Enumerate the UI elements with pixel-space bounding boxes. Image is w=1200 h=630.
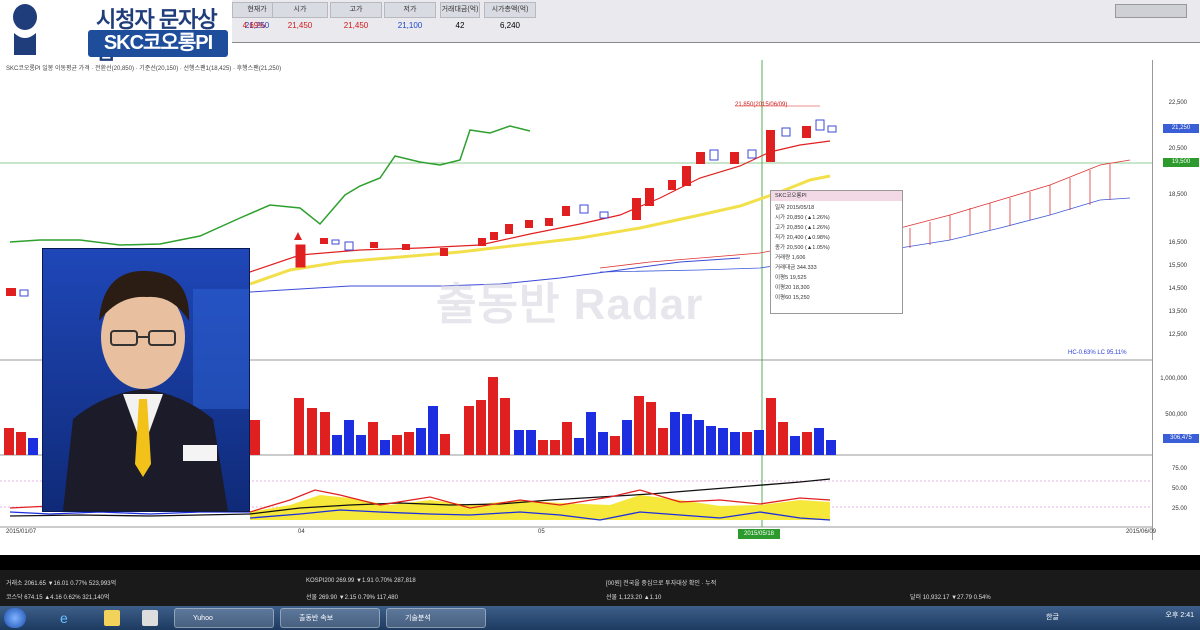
popup-title: SKC코오롱PI [771, 191, 902, 201]
popup-row: 시가 20,850 (▲1.26%) [775, 215, 830, 221]
hc-lc-label: HC-0.63% LC 95.11% [1068, 350, 1127, 356]
browser-icon[interactable]: e [60, 610, 76, 626]
app-icon[interactable] [142, 610, 158, 626]
y-tick: 75.00 [1171, 466, 1187, 472]
price-candles [294, 105, 837, 268]
status-row: 선물 1,123.20 ▲1.10 [606, 595, 662, 601]
broadcast-logo: 시청자 문자상담 SKC코오롱PI [0, 0, 232, 64]
quote-cell: 고가 21,450 [330, 2, 382, 40]
watermark: 출동반 Radar [436, 280, 704, 329]
y-tick: 12,500 [1168, 332, 1187, 338]
popup-row: 이평60 15,250 [775, 295, 810, 301]
date-label: 2015/01/07 [6, 529, 37, 535]
status-row: 거래소 2061.65 ▼16.01 0.77% 523,993억 [6, 581, 117, 587]
buy-arrow-icon [294, 232, 302, 240]
date-label: 04 [298, 529, 305, 535]
y-tick: 1,000,000 [1160, 376, 1187, 382]
status-row: 달러 10,932.17 ▼27.79 0.54% [910, 595, 991, 601]
current-price-tag: 21,250 [1163, 124, 1199, 133]
price-high-label: 21,850(2015/06/09) [735, 102, 788, 108]
y-tick: 15,500 [1168, 263, 1187, 269]
quote-cell: 4.69% [242, 21, 266, 30]
popup-row: 거래대금 344.333 [775, 265, 817, 271]
y-tick: 18,500 [1168, 192, 1187, 198]
y-tick: 13,500 [1168, 309, 1187, 315]
popup-row: 일자 2015/05/18 [775, 205, 815, 211]
popup-row: 이평20 18,300 [775, 285, 810, 291]
y-tick: 25.00 [1171, 506, 1187, 512]
presenter-image [63, 270, 249, 511]
popup-row: 저가 20,400 (▲0.98%) [775, 235, 830, 241]
status-row: [00원] 전국을 중심으로 투자대상 확인 · 누적 [606, 581, 717, 587]
microphone-icon [13, 4, 37, 55]
folder-icon[interactable] [104, 610, 120, 626]
popup-row: 거래량 1,606 [775, 255, 806, 261]
taskbar-app-button[interactable]: 출동반 속보 [280, 608, 380, 628]
lagging-span-line [9, 125, 531, 246]
taskbar-app-button[interactable]: 기술분석 [386, 608, 486, 628]
start-button[interactable] [4, 608, 26, 628]
y-tick: 16,500 [1168, 240, 1187, 246]
date-label: 05 [538, 529, 545, 535]
system-clock[interactable]: 오후 2:41 [1166, 610, 1194, 620]
quote-cell: 시가 21,450 [272, 2, 328, 40]
cursor-date-tag: 2015/05/18 [738, 529, 780, 539]
y-tick: 14,500 [1168, 286, 1187, 292]
y-tick: 50.00 [1171, 486, 1187, 492]
date-axis: 2015/01/07 04 05 2015/06/09 [6, 529, 1156, 539]
status-row: 코스닥 674.15 ▲4.16 0.62% 321,140억 [6, 595, 110, 601]
taskbar-app-button[interactable]: Yuhoo [174, 608, 274, 628]
quote-cell: 시가총액(억) 6,240 [484, 2, 536, 40]
popup-row: 이평5 19,525 [775, 275, 807, 281]
y-tick: 20,500 [1168, 146, 1187, 152]
quote-cell: 저가 21,100 [384, 2, 436, 40]
market-status-bar: 거래소 2061.65 ▼16.01 0.77% 523,993억 코스닥 67… [0, 570, 1200, 606]
windows-taskbar: e Yuhoo 출동반 속보 기술분석 한글 오후 2:41 [0, 606, 1200, 630]
price-axis: 22,500 20,500 18,500 16,500 15,500 14,50… [1152, 60, 1200, 540]
status-row: KOSPI200 269.99 ▼1.91 0.70% 287,818 [306, 578, 416, 584]
window-controls[interactable] [1115, 4, 1187, 18]
popup-row: 고가 20,850 (▲1.26%) [775, 225, 830, 231]
y-tick: 22,500 [1168, 100, 1187, 106]
logo-stock-name: SKC코오롱PI [88, 30, 228, 57]
date-label: 2015/06/09 [1125, 529, 1156, 535]
status-row: 선물 269.90 ▼2.15 0.79% 117,480 [306, 595, 398, 601]
quote-cell: 거래대금(억) 42 [440, 2, 480, 40]
price-tag: 19,500 [1163, 158, 1199, 167]
info-popup: SKC코오롱PI 일자 2015/05/18 시가 20,850 (▲1.26%… [770, 190, 903, 314]
price-candles [19, 289, 29, 297]
popup-row: 종가 20,500 (▲1.05%) [775, 245, 830, 251]
volume-tag: 306,475 [1163, 434, 1199, 443]
y-tick: 500,000 [1165, 412, 1187, 418]
price-candles [6, 288, 16, 296]
presenter-video [42, 248, 250, 512]
ime-indicator[interactable]: 한글 [1046, 612, 1059, 622]
